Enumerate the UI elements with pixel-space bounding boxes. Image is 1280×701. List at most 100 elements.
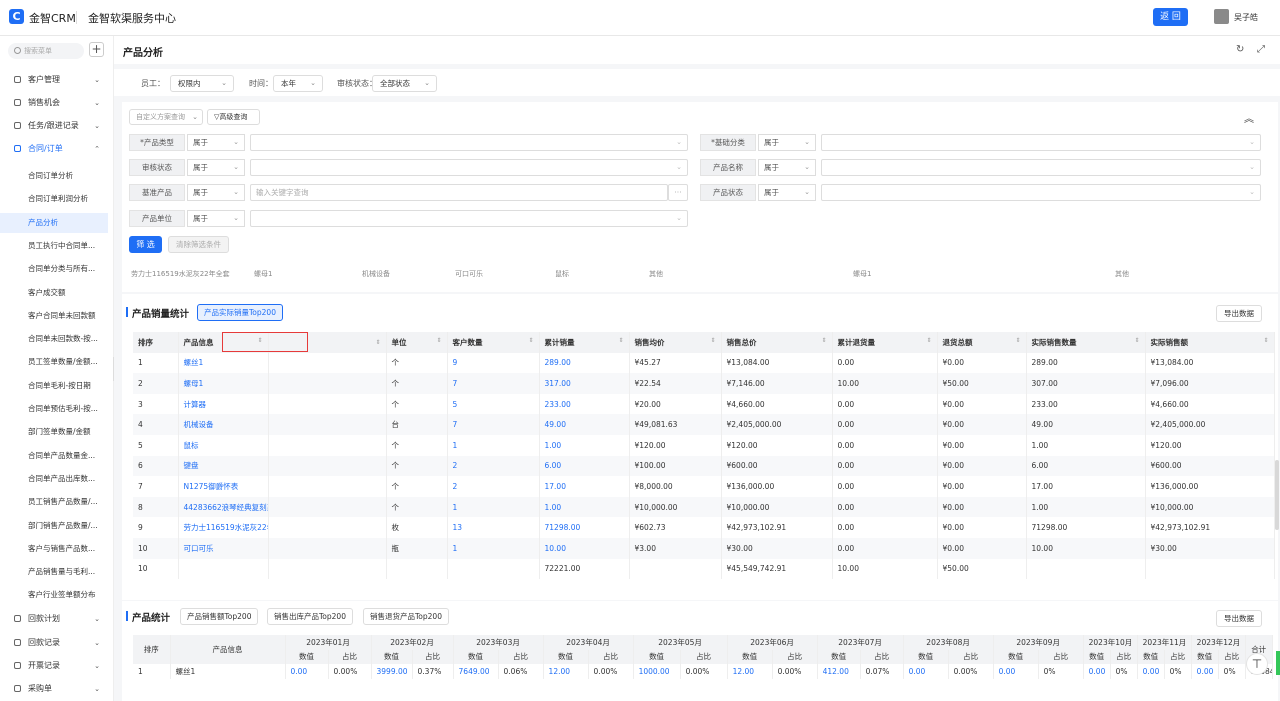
column-header[interactable]: 累计退货量 ⇕ bbox=[832, 332, 938, 353]
query-operator-select[interactable]: 属于 ⌄ bbox=[187, 159, 245, 176]
table-cell[interactable]: 0.00 bbox=[1191, 664, 1219, 679]
table-row[interactable]: 2 螺母1 个 7 317.00 ¥22.54 ¥7,146.00 10.00 ¥50.00 30… bbox=[133, 373, 1275, 394]
table-cell[interactable]: 3999.00 bbox=[371, 664, 413, 679]
export-button[interactable]: 导出数据 bbox=[1216, 610, 1262, 627]
sidebar-subitem[interactable]: 员工签单数量/金额... bbox=[0, 352, 108, 372]
column-header[interactable]: 实际销售数量 ⇕ bbox=[1026, 332, 1146, 353]
sort-icon[interactable]: ⇕ bbox=[821, 337, 826, 344]
sidebar-subitem[interactable]: 产品分析 bbox=[0, 212, 108, 233]
table-cell[interactable]: 1 bbox=[447, 434, 540, 456]
side-handle[interactable] bbox=[1276, 651, 1280, 675]
collapse-icon[interactable]: ︽ bbox=[1244, 110, 1254, 125]
query-value-input[interactable]: ⌄ bbox=[821, 134, 1261, 151]
sort-icon[interactable]: ⇕ bbox=[436, 337, 441, 344]
table-cell[interactable]: 0.00 bbox=[1137, 664, 1165, 679]
sidebar-subitem[interactable]: 合同订单分析 bbox=[0, 166, 108, 186]
sidebar-subitem[interactable]: 部门销售产品数量/... bbox=[0, 516, 108, 536]
sidebar-subitem[interactable]: 部门签单数量/金额 bbox=[0, 422, 108, 442]
table-cell[interactable]: 2 bbox=[447, 476, 540, 497]
table-cell[interactable]: 1000.00 bbox=[633, 664, 681, 679]
advanced-query-button[interactable]: ▽高级查询 bbox=[207, 109, 260, 125]
table-cell[interactable]: 螺母1 bbox=[178, 373, 269, 394]
query-value-input[interactable]: 输入关键字查询 bbox=[250, 184, 668, 201]
user-name[interactable]: 吴子皓 bbox=[1234, 12, 1258, 23]
sidebar-item-bottom-3[interactable]: 采购单 ⌄ bbox=[0, 679, 110, 699]
back-button[interactable]: 返 回 bbox=[1153, 8, 1188, 26]
sort-icon[interactable]: ⇕ bbox=[1134, 337, 1139, 344]
sidebar-subitem[interactable]: 合同单未回款数-按... bbox=[0, 329, 108, 349]
sidebar-subitem[interactable]: 员工执行中合同单... bbox=[0, 236, 108, 256]
table-cell[interactable]: 12.00 bbox=[543, 664, 589, 679]
table-cell[interactable]: 6.00 bbox=[539, 455, 630, 477]
sidebar-item-3[interactable]: 合同/订单 ⌃ bbox=[0, 139, 110, 159]
column-header[interactable]: 累计销量 ⇕ bbox=[539, 332, 630, 353]
table-row[interactable]: 1 螺丝1 0.00 0.00% 3999.00 0.37% 7649.00 0.06% 12.… bbox=[133, 664, 1280, 679]
table-cell[interactable]: 1 bbox=[447, 496, 540, 518]
refresh-icon[interactable]: ↻ bbox=[1236, 44, 1244, 55]
sidebar-subitem[interactable]: 合同订单利润分析 bbox=[0, 189, 108, 209]
stat-tab[interactable]: 产品销售额Top200 bbox=[180, 608, 259, 625]
query-operator-select[interactable]: 属于 ⌄ bbox=[187, 134, 245, 151]
more-button[interactable]: ··· bbox=[668, 184, 688, 201]
back-to-top-button[interactable]: ⊤ bbox=[1246, 653, 1268, 675]
sidebar-item-2[interactable]: 任务/跟进记录 ⌄ bbox=[0, 116, 110, 136]
export-button[interactable]: 导出数据 bbox=[1216, 305, 1262, 322]
table-row[interactable]: 10 可口可乐瓶 1 10.00 ¥3.00 ¥30.00 0.00 ¥0.00 10.00 ¥3… bbox=[133, 537, 1275, 559]
sidebar-subitem[interactable]: 合同单毛利-按日期 bbox=[0, 376, 108, 396]
table-cell[interactable]: 49.00 bbox=[539, 414, 630, 435]
sort-icon[interactable]: ⇕ bbox=[375, 339, 380, 346]
table-cell[interactable]: 1.00 bbox=[539, 496, 630, 518]
table-cell[interactable]: 计算器 bbox=[178, 393, 269, 415]
table-row[interactable]: 9劳力士116519水泥灰22年全套枚1371298.00¥602.73¥42,… bbox=[133, 517, 1275, 538]
time-select[interactable]: 本年 ⌄ bbox=[273, 75, 323, 92]
table-cell[interactable]: 鼠标 bbox=[178, 434, 269, 456]
table-cell[interactable]: 0.00 bbox=[903, 664, 949, 679]
sidebar-item-0[interactable]: 客户管理 ⌄ bbox=[0, 70, 110, 90]
sidebar-subitem[interactable]: 产品销售量与毛利... bbox=[0, 562, 108, 582]
column-header[interactable]: 销售总价 ⇕ bbox=[721, 332, 833, 353]
employee-select[interactable]: 权限内 ⌄ bbox=[170, 75, 234, 92]
sort-icon[interactable]: ⇕ bbox=[618, 337, 623, 344]
sort-icon[interactable]: ⇕ bbox=[710, 337, 715, 344]
table-cell[interactable]: 71298.00 bbox=[539, 517, 630, 538]
scrollbar[interactable] bbox=[1275, 460, 1279, 530]
audit-select[interactable]: 全部状态 ⌄ bbox=[372, 75, 437, 92]
table-cell[interactable]: 9 bbox=[447, 352, 540, 374]
column-header[interactable]: 实际销售额 ⇕ bbox=[1145, 332, 1275, 353]
query-value-input[interactable]: ⌄ bbox=[821, 184, 1261, 201]
table-cell[interactable]: 5 bbox=[447, 393, 540, 415]
tab-actual-sales-top200[interactable]: 产品实际销量Top200 bbox=[197, 304, 283, 321]
avatar[interactable] bbox=[1214, 9, 1229, 24]
table-row[interactable]: 3 计算器个 5 233.00 ¥20.00 ¥4,660.00 0.00 ¥0.00 233.… bbox=[133, 393, 1275, 415]
query-value-input[interactable]: ⌄ bbox=[821, 159, 1261, 176]
sidebar-subitem[interactable]: 客户成交额 bbox=[0, 283, 108, 303]
table-row[interactable]: 1 螺丝1 个 9 289.00 ¥45.27 ¥13,084.00 0.00 ¥0.00 289… bbox=[133, 352, 1275, 374]
stat-tab[interactable]: 销售退货产品Top200 bbox=[363, 608, 449, 625]
sidebar-subitem[interactable]: 客户合同单未回款额 bbox=[0, 306, 108, 326]
column-header[interactable]: 销售均价 ⇕ bbox=[629, 332, 722, 353]
table-cell[interactable]: 12.00 bbox=[727, 664, 773, 679]
table-cell[interactable]: 0.00 bbox=[993, 664, 1039, 679]
add-button[interactable]: + bbox=[89, 42, 104, 57]
query-operator-select[interactable]: 属于 ⌄ bbox=[758, 159, 816, 176]
column-header[interactable]: 单位 ⇕ bbox=[386, 332, 448, 353]
table-cell[interactable]: 1 bbox=[447, 537, 540, 559]
sidebar-item-bottom-0[interactable]: 回款计划 ⌄ bbox=[0, 609, 110, 629]
sort-icon[interactable]: ⇕ bbox=[528, 337, 533, 344]
sidebar-subitem[interactable]: 员工销售产品数量/... bbox=[0, 492, 108, 512]
sidebar-item-bottom-1[interactable]: 回款记录 ⌄ bbox=[0, 633, 110, 653]
sidebar-subitem[interactable]: 合同单产品数量金... bbox=[0, 446, 108, 466]
query-value-input[interactable]: ⌄ bbox=[250, 134, 688, 151]
table-cell[interactable]: N1275御爵怀表 bbox=[178, 476, 269, 497]
sidebar-subitem[interactable]: 合同单预估毛利-按... bbox=[0, 399, 108, 419]
table-cell[interactable]: 317.00 bbox=[539, 373, 630, 394]
table-cell[interactable]: 1.00 bbox=[539, 434, 630, 456]
filter-button[interactable]: 筛 选 bbox=[129, 236, 162, 253]
sidebar-subitem[interactable]: 合同单分类与所有... bbox=[0, 259, 108, 279]
table-row[interactable]: 844283662浪琴经典复刻系列个11.00¥10,000.00¥10,000… bbox=[133, 496, 1275, 518]
sidebar-item-1[interactable]: 销售机会 ⌄ bbox=[0, 93, 110, 113]
stat-tab[interactable]: 销售出库产品Top200 bbox=[267, 608, 353, 625]
table-cell[interactable]: 螺丝1 bbox=[178, 352, 269, 374]
table-cell[interactable]: 劳力士116519水泥灰22年全套 bbox=[178, 517, 269, 538]
table-row[interactable]: 6 键盘个 2 6.00 ¥100.00 ¥600.00 0.00 ¥0.00 6.00 ¥600… bbox=[133, 455, 1275, 477]
